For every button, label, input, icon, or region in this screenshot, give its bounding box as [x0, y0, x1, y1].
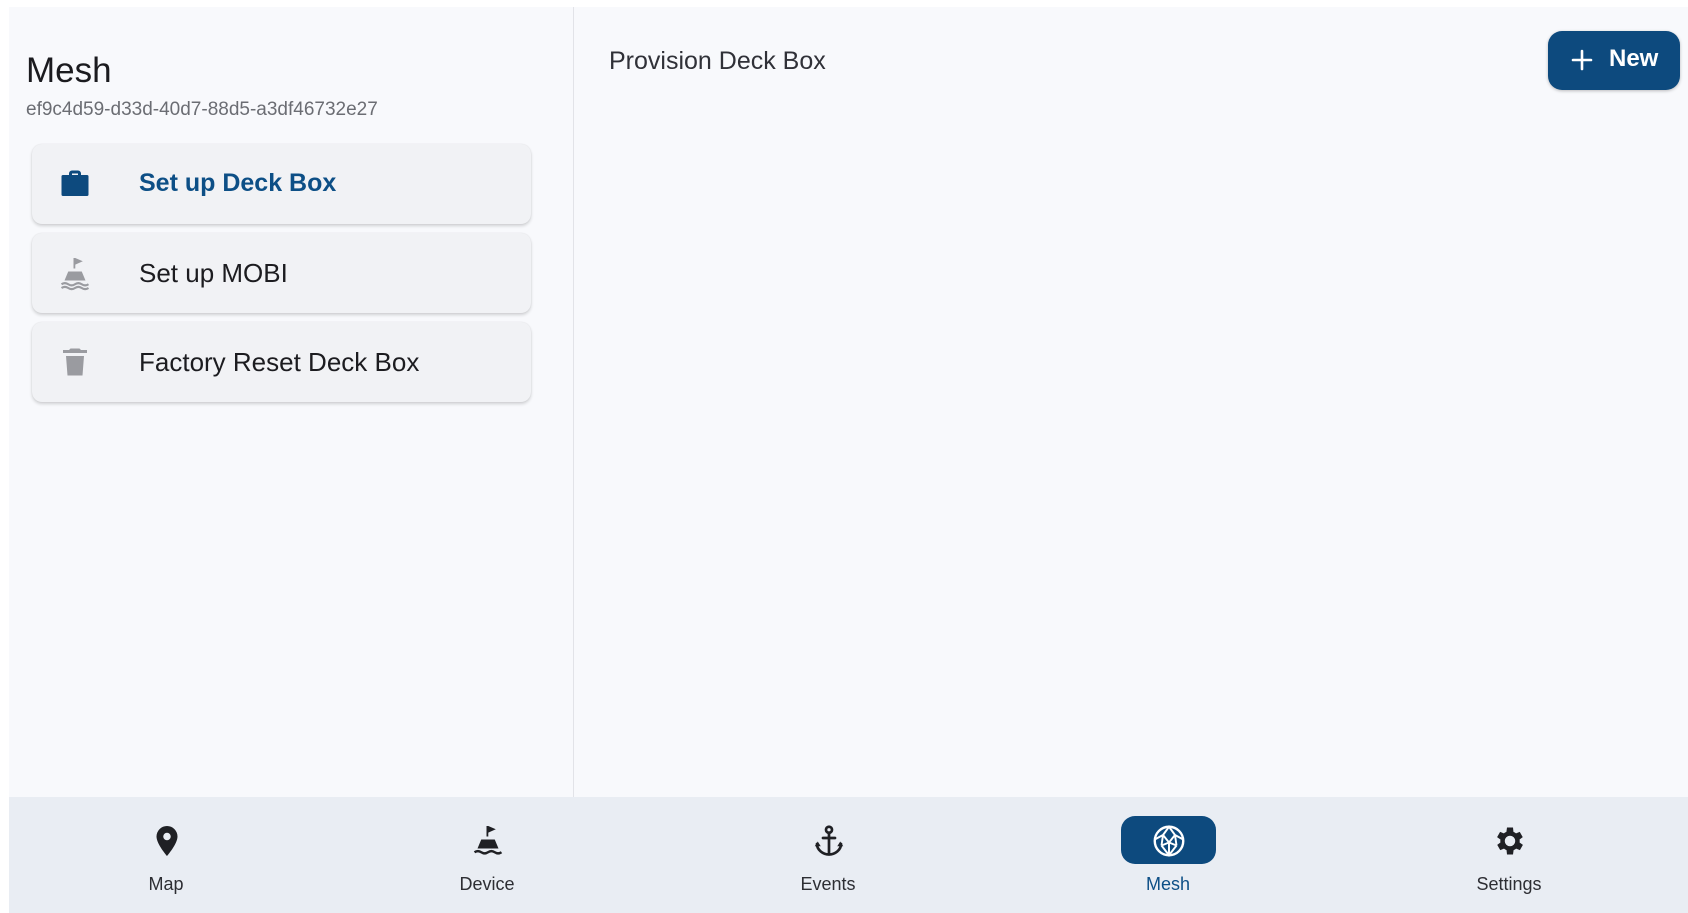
- buoy-icon: [473, 826, 503, 855]
- new-button-label: New: [1609, 45, 1659, 72]
- menu-item-label: Set up Deck Box: [139, 169, 337, 197]
- menu-item-label: Factory Reset Deck Box: [139, 347, 420, 377]
- map-pin-icon: [156, 826, 178, 856]
- setup-deck-box-button[interactable]: Set up Deck Box: [32, 144, 531, 224]
- trash-icon: [63, 348, 87, 376]
- buoy-icon: [60, 258, 90, 291]
- briefcase-icon: [61, 170, 89, 196]
- mesh-side-panel: Mesh ef9c4d59-d33d-40d7-88d5-a3df46732e2…: [9, 7, 574, 797]
- mesh-icon: [1153, 825, 1185, 857]
- setup-mobi-button[interactable]: Set up MOBI: [32, 233, 531, 313]
- page-title: Provision Deck Box: [609, 47, 826, 75]
- menu-item-label: Set up MOBI: [139, 258, 288, 288]
- factory-reset-deck-box-button[interactable]: Factory Reset Deck Box: [32, 322, 531, 402]
- bottom-navigation: Map Device Events Mesh Settings: [9, 797, 1688, 913]
- plus-icon: [1571, 49, 1593, 71]
- nav-label: Device: [459, 874, 515, 894]
- nav-label: Map: [148, 874, 184, 894]
- nav-item-settings[interactable]: Settings: [1414, 797, 1614, 913]
- nav-item-events[interactable]: Events: [733, 797, 933, 913]
- nav-item-device[interactable]: Device: [392, 797, 592, 913]
- anchor-icon: [814, 825, 844, 856]
- nav-item-mesh[interactable]: Mesh: [1073, 797, 1273, 913]
- app-window: Mesh ef9c4d59-d33d-40d7-88d5-a3df46732e2…: [9, 7, 1688, 913]
- new-button[interactable]: New: [1548, 31, 1680, 90]
- nav-item-map[interactable]: Map: [71, 797, 271, 913]
- gear-icon: [1497, 827, 1523, 855]
- mesh-id: ef9c4d59-d33d-40d7-88d5-a3df46732e27: [26, 99, 378, 120]
- nav-label: Events: [800, 874, 856, 894]
- mesh-title: Mesh: [26, 51, 112, 90]
- nav-label: Settings: [1476, 874, 1542, 894]
- nav-label: Mesh: [1145, 874, 1190, 894]
